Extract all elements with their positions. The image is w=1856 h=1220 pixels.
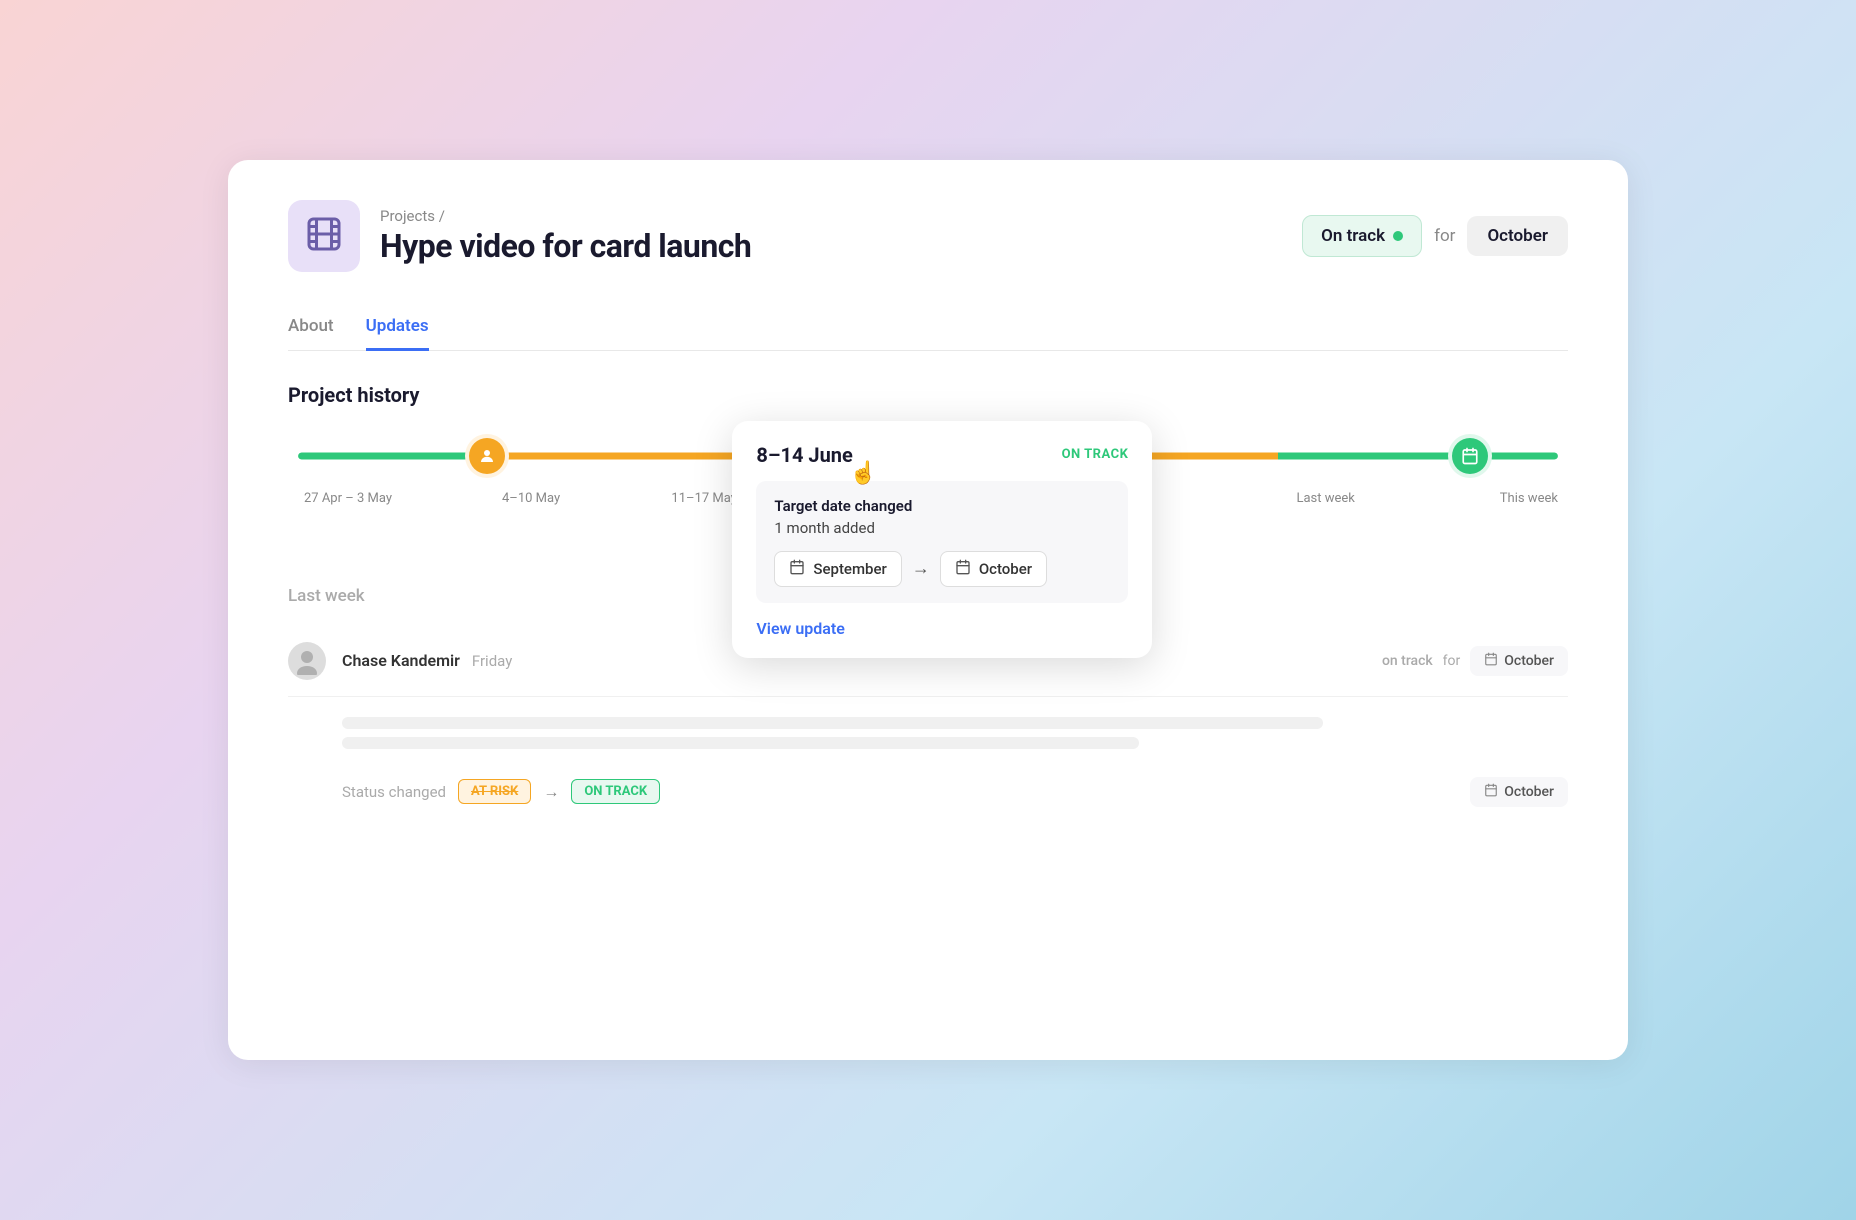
tooltip-header: 8–14 June ON TRACK <box>756 443 1128 467</box>
tab-about[interactable]: About <box>288 308 334 351</box>
view-update-link[interactable]: View update <box>756 619 844 638</box>
header-right: On track for October <box>1302 215 1568 257</box>
main-card: Projects / Hype video for card launch On… <box>228 160 1628 1060</box>
tooltip-from-date: September <box>774 551 901 587</box>
calendar-icon-month2 <box>1484 783 1498 801</box>
month-tag-1: October <box>1470 646 1568 676</box>
status-dot <box>1393 231 1403 241</box>
calendar-icon-from <box>789 559 805 579</box>
film-icon <box>306 216 342 256</box>
timeline-node-3[interactable] <box>1452 438 1488 474</box>
avatar-chase <box>288 642 326 680</box>
tooltip-date-change: September → <box>774 551 1110 587</box>
content-line-1 <box>342 717 1323 729</box>
month-tag-label-1: October <box>1504 653 1554 669</box>
header-title-group: Projects / Hype video for card launch <box>380 207 751 265</box>
tag-on-track: ON TRACK <box>571 779 660 804</box>
update-time: Friday <box>472 652 512 670</box>
calendar-icon-month1 <box>1484 652 1498 670</box>
tooltip-from-month: September <box>813 560 886 578</box>
for-label: for <box>1434 226 1455 246</box>
status-label: On track <box>1321 226 1385 246</box>
tooltip-popup: 8–14 June ON TRACK Target date changed 1… <box>732 421 1152 658</box>
tabs-container: About Updates <box>288 308 1568 351</box>
tooltip-change-title: Target date changed <box>774 497 1110 515</box>
timeline-label-8: This week <box>1478 491 1558 506</box>
tab-updates[interactable]: Updates <box>366 308 429 351</box>
month-tag-2: October <box>1470 777 1568 807</box>
timeline-container: ☝ 27 Apr – 3 May 4–10 May 11–17 May Last… <box>288 431 1568 506</box>
breadcrumb: Projects / <box>380 207 751 225</box>
tooltip-to-date: October <box>940 551 1047 587</box>
project-history-title: Project history <box>288 383 1568 407</box>
content-line-2 <box>342 737 1139 749</box>
for-label-inline: for <box>1443 653 1461 669</box>
status-changed-label: Status changed <box>342 783 446 801</box>
project-icon-container <box>288 200 360 272</box>
calendar-icon-to <box>955 559 971 579</box>
project-title: Hype video for card launch <box>380 227 751 265</box>
header: Projects / Hype video for card launch On… <box>288 200 1568 272</box>
tooltip-change-sub: 1 month added <box>774 519 1110 537</box>
project-history-section: Project history <box>288 383 1568 506</box>
timeline-node-1[interactable] <box>469 438 505 474</box>
month-tag-label-2: October <box>1504 784 1554 800</box>
timeline-label-1: 27 Apr – 3 May <box>298 491 398 506</box>
timeline-label-7: Last week <box>1296 491 1384 506</box>
update-author-group: Chase Kandemir Friday <box>342 651 512 670</box>
timeline-label-6 <box>1143 491 1203 506</box>
tooltip-status: ON TRACK <box>1062 447 1129 462</box>
status-badge: On track <box>1302 215 1422 257</box>
header-month-badge: October <box>1467 216 1568 256</box>
tooltip-date-range: 8–14 June <box>756 443 852 467</box>
timeline-label-2: 4–10 May <box>491 491 571 506</box>
status-arrow: → <box>543 782 559 802</box>
on-track-mini-label: on track <box>1382 653 1433 669</box>
tooltip-to-month: October <box>979 560 1032 578</box>
arrow-icon: → <box>912 558 930 579</box>
header-left: Projects / Hype video for card launch <box>288 200 751 272</box>
tooltip-content-box: Target date changed 1 month added <box>756 481 1128 603</box>
tag-at-risk: AT RISK <box>458 779 531 804</box>
update-author-name: Chase Kandemir <box>342 651 460 670</box>
